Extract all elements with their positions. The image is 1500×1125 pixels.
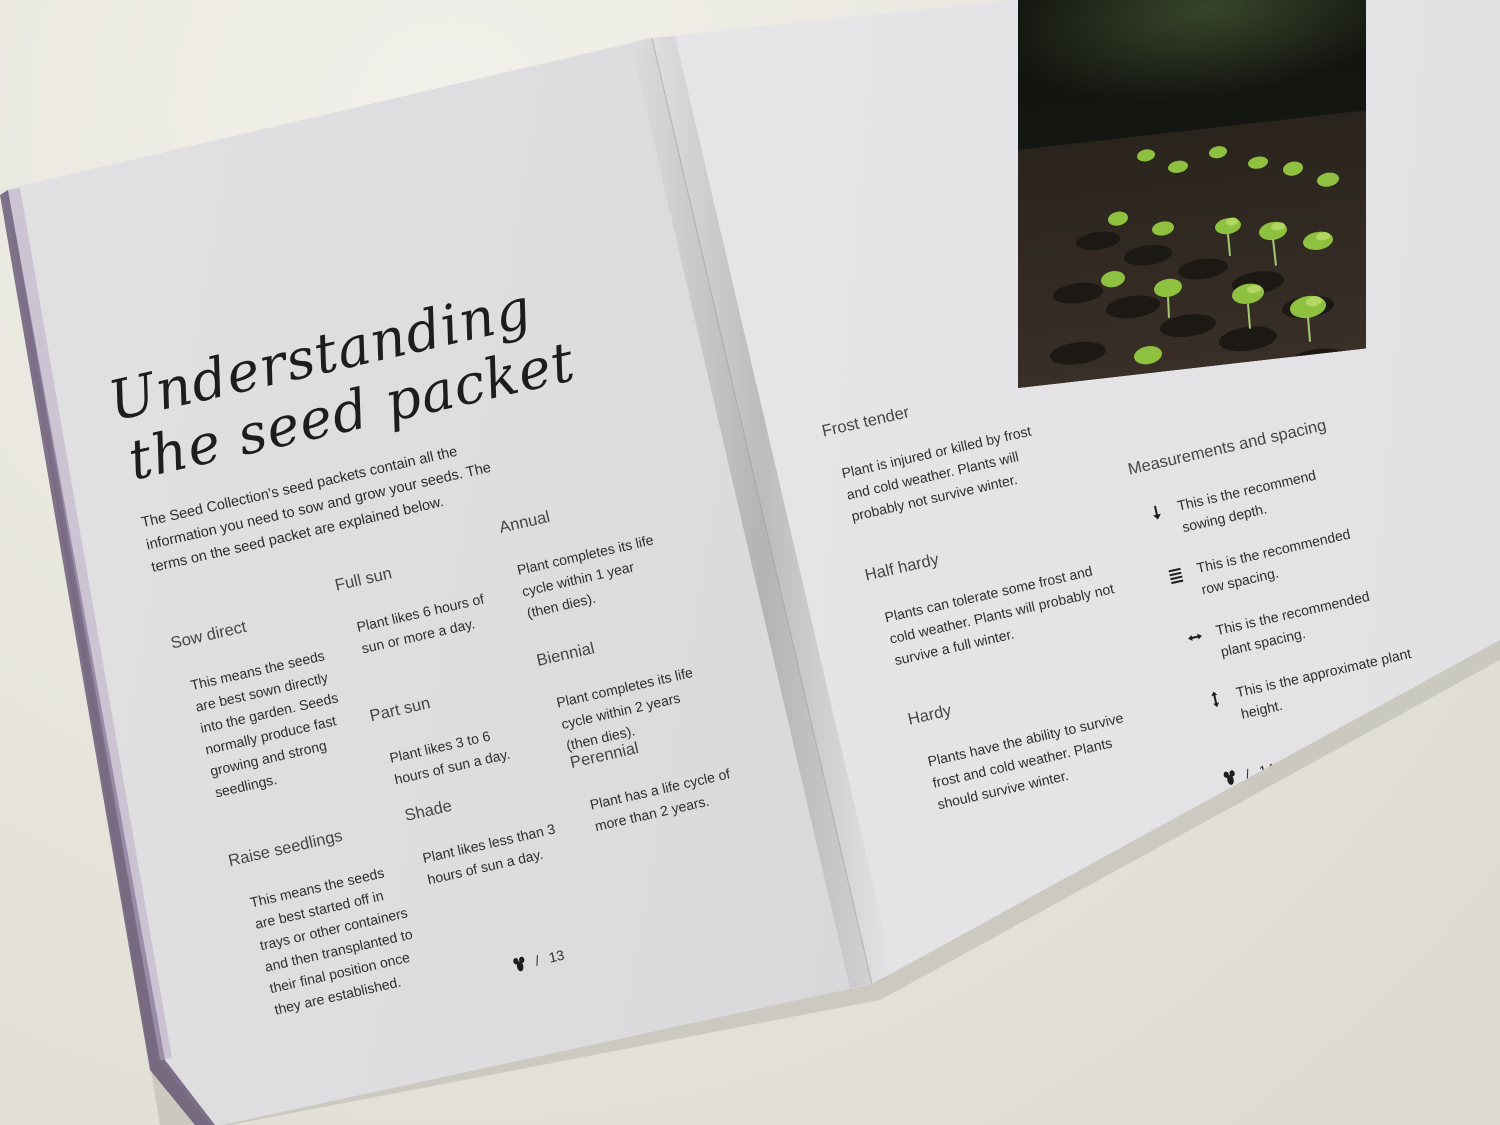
term-raise-seedlings: Raise seedlings This means the seeds are… (226, 812, 441, 1024)
open-booklet: Understanding the seed packet The Seed C… (0, 0, 1500, 1125)
term-hardy: Hardy Plants have the ability to survive… (906, 659, 1155, 817)
horizontal-double-arrow-icon (1188, 633, 1202, 641)
term-body: This means the seeds are best sown direc… (188, 647, 340, 801)
vertical-double-arrow-icon (1211, 691, 1220, 708)
bee-icon (1223, 770, 1235, 785)
folio-separator: / (533, 952, 541, 969)
page-number: 13 (547, 946, 566, 966)
down-arrow-icon (1153, 505, 1161, 520)
term-body: Plant likes 6 hours of sun or more a day… (355, 590, 486, 657)
term-heading: Part sun (368, 694, 432, 726)
term-part-sun: Part sun Plant likes 3 to 6 hours of sun… (368, 669, 553, 792)
term-body: Plant likes 3 to 6 hours of sun a day. (387, 727, 512, 788)
term-body: Plant is injured or killed by frost and … (840, 422, 1033, 525)
bee-icon (513, 956, 525, 972)
term-body: Plant has a life cycle of more than 2 ye… (588, 765, 732, 835)
term-heading: Full sun (333, 564, 394, 595)
row-lines-icon (1168, 567, 1184, 585)
term-body: This means the seeds are best started of… (248, 864, 414, 1018)
term-heading: Biennial (534, 639, 597, 670)
page-number-right: / 14 (1222, 760, 1276, 787)
page-number: 14 (1257, 760, 1277, 780)
term-body: Plant completes its life cycle within 1 … (515, 531, 655, 621)
folio-separator: / (1243, 765, 1252, 783)
term-half-hardy: Half hardy Plants can tolerate some fros… (863, 513, 1121, 673)
term-full-sun: Full sun Plant likes 6 hours of sun or m… (333, 538, 518, 661)
page-number-left: / 13 (512, 947, 566, 974)
term-annual: Annual Plant completes its life cycle wi… (497, 483, 677, 626)
term-shade: Shade Plant likes less than 3 hours of s… (403, 769, 588, 892)
term-body: Plant likes less than 3 hours of sun a d… (421, 820, 557, 888)
